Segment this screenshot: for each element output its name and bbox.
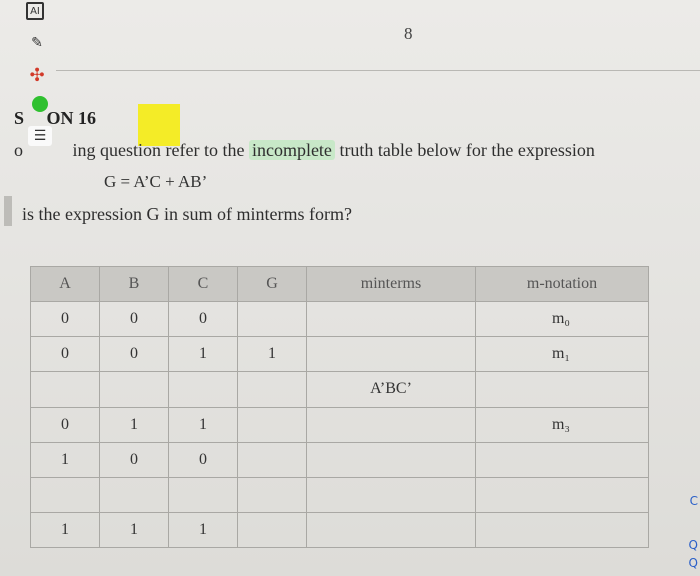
cell-minterm: A’BC’ bbox=[306, 371, 476, 408]
cell-m-notation bbox=[475, 511, 649, 549]
cell-b: 1 bbox=[99, 511, 169, 549]
document-page: AI ✎ ✣ 8 S ON 16 ☰ o ing question refer … bbox=[0, 0, 700, 576]
header-minterms: minterms bbox=[306, 265, 476, 303]
refresh-icon[interactable]: C bbox=[690, 494, 698, 508]
cell-c: 1 bbox=[168, 511, 238, 549]
calculator-icon[interactable]: AI bbox=[26, 2, 44, 20]
cell-b: 0 bbox=[99, 301, 169, 338]
cell-minterm bbox=[306, 406, 476, 443]
cell-minterm bbox=[306, 336, 476, 373]
page-divider bbox=[56, 70, 700, 71]
cell-c: 1 bbox=[168, 336, 238, 373]
question-text-post: truth table below for the expression bbox=[334, 140, 595, 160]
table-row: 1 1 1 bbox=[30, 511, 649, 549]
question-line-1: o ing question refer to the incomplete t… bbox=[14, 140, 595, 160]
table-row: 0 1 1 m₃ bbox=[30, 406, 649, 443]
cell-a bbox=[30, 476, 100, 513]
cell-m-notation bbox=[475, 476, 649, 513]
cell-b: 0 bbox=[99, 336, 169, 373]
cell-m-notation: m₃ bbox=[475, 406, 649, 443]
pin-icon[interactable]: ✣ bbox=[26, 64, 48, 86]
cell-minterm bbox=[306, 476, 476, 513]
table-header-row: A B C G minterms m-notation bbox=[30, 265, 649, 303]
cell-a: 0 bbox=[30, 406, 100, 443]
cell-b: 0 bbox=[99, 441, 169, 478]
cell-g bbox=[237, 301, 307, 338]
cell-m-notation: m₀ bbox=[475, 301, 649, 338]
cell-c: 0 bbox=[168, 441, 238, 478]
cell-g bbox=[237, 476, 307, 513]
cell-a: 1 bbox=[30, 441, 100, 478]
header-c: C bbox=[168, 265, 238, 303]
cell-minterm bbox=[306, 301, 476, 338]
truth-table: A B C G minterms m-notation 0 0 0 m₀ 0 0… bbox=[30, 265, 649, 549]
search-icon[interactable]: Q bbox=[689, 538, 698, 552]
cell-b: 1 bbox=[99, 406, 169, 443]
cell-minterm bbox=[306, 511, 476, 549]
cell-a: 1 bbox=[30, 511, 100, 549]
cell-g bbox=[237, 441, 307, 478]
table-row: 0 0 0 m₀ bbox=[30, 301, 649, 338]
table-row bbox=[30, 476, 649, 513]
cell-m-notation bbox=[475, 441, 649, 478]
cell-a: 0 bbox=[30, 336, 100, 373]
cell-b bbox=[99, 476, 169, 513]
question-text-pre: ing question refer to the bbox=[72, 140, 249, 160]
table-row: 1 0 0 bbox=[30, 441, 649, 478]
highlighter-icon-glyph: ✎ bbox=[31, 35, 43, 51]
cell-a bbox=[30, 371, 100, 408]
right-edge-controls: C Q Q bbox=[686, 420, 700, 570]
cell-g bbox=[237, 511, 307, 549]
cell-g bbox=[237, 406, 307, 443]
status-dot[interactable] bbox=[32, 96, 48, 112]
cell-c bbox=[168, 476, 238, 513]
scroll-marker bbox=[4, 196, 12, 226]
cell-g bbox=[237, 371, 307, 408]
cell-a: 0 bbox=[30, 301, 100, 338]
highlighted-word: incomplete bbox=[248, 140, 335, 160]
question-heading: S ON 16 bbox=[14, 108, 97, 128]
cell-c bbox=[168, 371, 238, 408]
cell-minterm bbox=[306, 441, 476, 478]
highlighter-icon[interactable]: ✎ bbox=[26, 32, 48, 54]
cell-m-notation bbox=[475, 371, 649, 408]
table-row: A’BC’ bbox=[30, 371, 649, 408]
cell-c: 0 bbox=[168, 301, 238, 338]
table-row: 0 0 1 1 m₁ bbox=[30, 336, 649, 373]
question-line-2: is the expression G in sum of minterms f… bbox=[22, 204, 352, 224]
calculator-icon-glyph: AI bbox=[30, 5, 40, 17]
header-m-notation: m-notation bbox=[475, 265, 649, 303]
header-g: G bbox=[237, 265, 307, 303]
cell-b bbox=[99, 371, 169, 408]
question-heading-text: ON 16 bbox=[46, 108, 97, 128]
cell-c: 1 bbox=[168, 406, 238, 443]
header-a: A bbox=[30, 265, 100, 303]
cell-g: 1 bbox=[237, 336, 307, 373]
boolean-expression: G = A’C + AB’ bbox=[104, 172, 208, 191]
cell-m-notation: m₁ bbox=[475, 336, 649, 373]
pin-icon-glyph: ✣ bbox=[29, 64, 45, 86]
zoom-icon[interactable]: Q bbox=[689, 556, 698, 570]
page-number: 8 bbox=[404, 24, 413, 43]
header-b: B bbox=[99, 265, 169, 303]
